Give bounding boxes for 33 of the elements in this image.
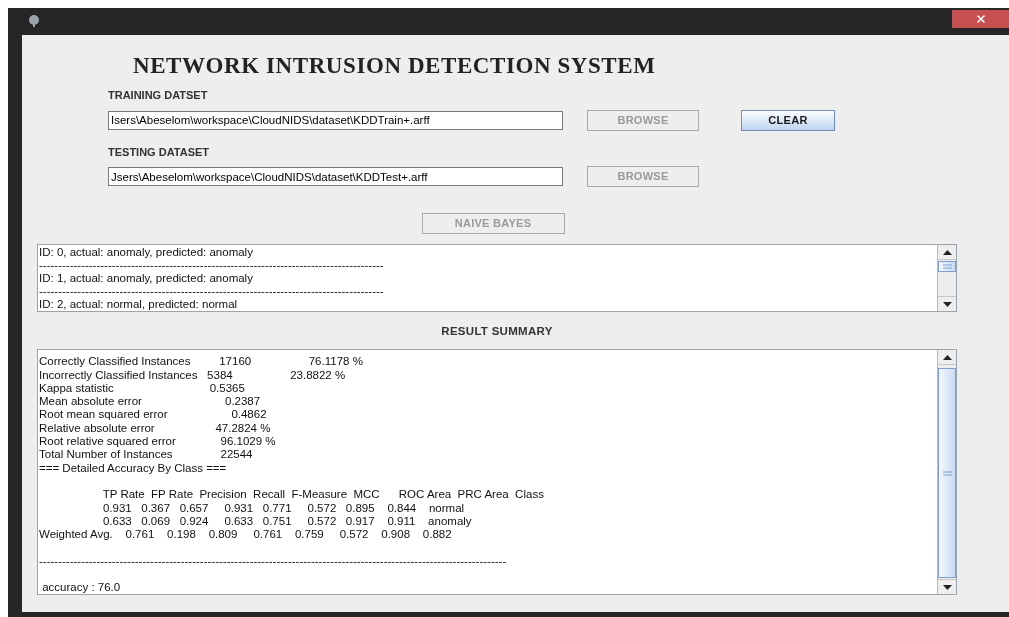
summary-line: 0.633 0.069 0.924 0.633 0.751 0.572 0.917 0.911 anomaly [101, 514, 472, 529]
testing-path-field[interactable]: Jsers\Abeselom\workspace\CloudNIDS\dataset\KDDTest+.arff [108, 167, 563, 186]
summary-line: Root mean squared error 0.4862 [39, 408, 267, 422]
summary-line: Correctly Classified Instances 17160 76.1178 % [39, 355, 363, 369]
summary-line: === Detailed Accuracy By Class === [39, 461, 227, 475]
summary-line: 0.931 0.367 0.657 0.931 0.771 0.572 0.895 0.844 normal [101, 501, 465, 515]
summary-line: -------------------------------------------------------------------------------------------------------------------------- [39, 554, 507, 568]
summary-line: Root relative squared error 96.1029 % [39, 435, 276, 449]
summary-line: Mean absolute error 0.2387 [39, 395, 261, 409]
training-path-field[interactable]: Isers\Abeselom\workspace\CloudNIDS\dataset\KDDTrain+.arff [108, 110, 563, 130]
summary-line: Total Number of Instances 22544 [39, 448, 253, 462]
scroll-thumb[interactable] [938, 368, 956, 579]
summary-line: Relative absolute error 47.2824 % [39, 421, 271, 436]
prediction-line: ID: 2, actual: normal, predicted: normal [39, 298, 238, 311]
scrollbar[interactable] [937, 245, 956, 311]
prediction-line: ------------------------------------------------------------------------------------------ [39, 259, 384, 272]
result-summary-heading: RESULT SUMMARY [441, 324, 553, 339]
close-icon [974, 13, 987, 25]
scroll-thumb[interactable] [938, 261, 956, 272]
prediction-line: ID: 1, actual: anomaly, predicted: anomaly [39, 272, 253, 285]
testing-label: TESTING DATASET [108, 144, 211, 160]
summary-line: TP Rate FP Rate Precision Recall F-Measure MCC ROC Area PRC Area Class [101, 488, 544, 502]
summary-line: Kappa statistic 0.5365 [39, 381, 245, 396]
app-icon [28, 15, 40, 27]
training-label: TRAINING DATSET [108, 88, 209, 103]
prediction-line: ------------------------------------------------------------------------------------------ [39, 285, 384, 298]
summary-line: Incorrectly Classified Instances 5384 23.8822 % [39, 368, 346, 382]
summary-line: Weighted Avg. 0.761 0.198 0.809 0.761 0.759 0.572 0.908 0.882 [39, 528, 452, 542]
summary-line: accuracy : 76.0 [41, 581, 121, 595]
app-title: NETWORK INTRUSION DETECTION SYSTEM [133, 52, 657, 80]
prediction-line: ID: 0, actual: anomaly, predicted: anomaly [39, 246, 253, 259]
clear-button[interactable]: CLEAR [741, 109, 835, 131]
scrollbar[interactable] [937, 350, 956, 595]
